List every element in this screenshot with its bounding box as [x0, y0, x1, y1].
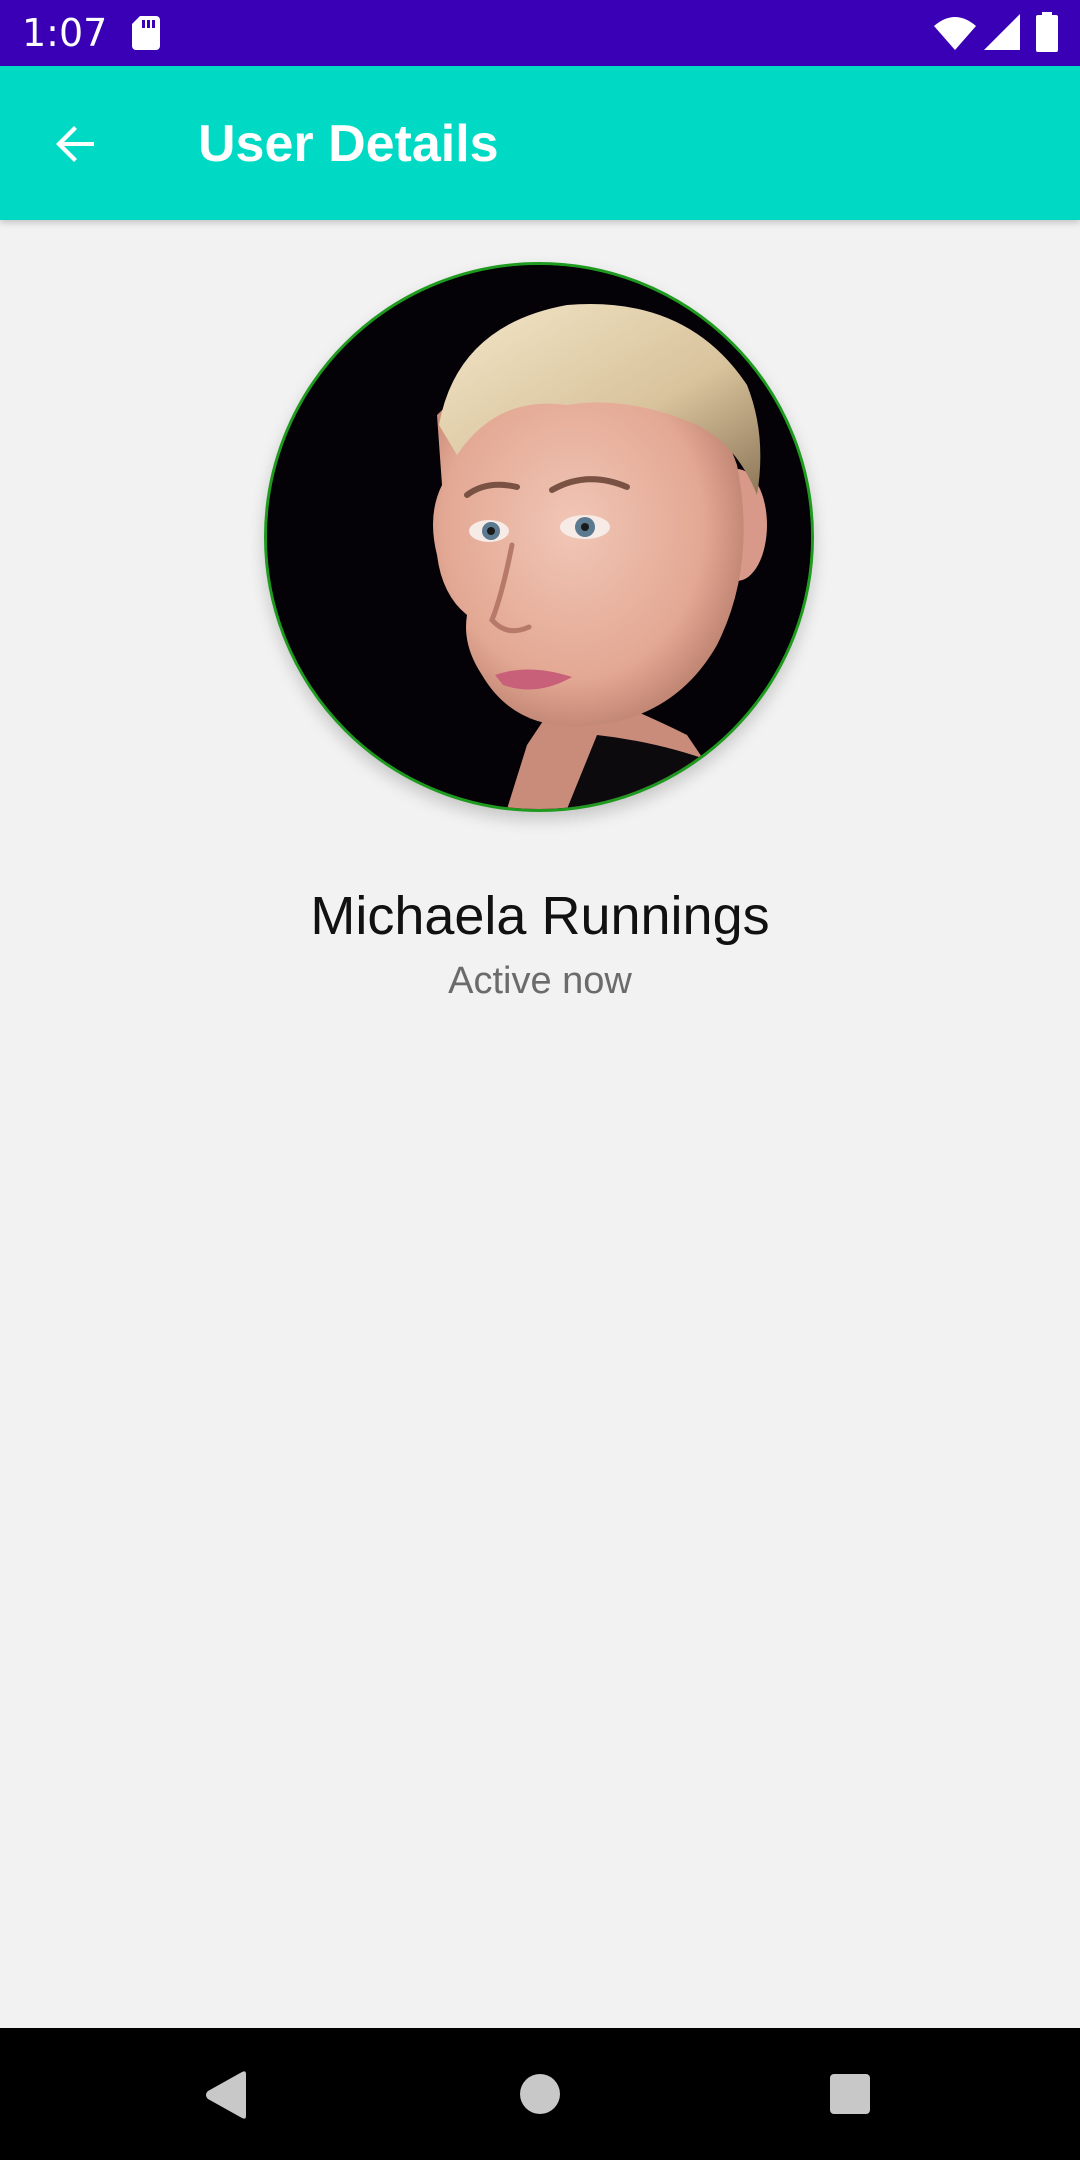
wifi-icon	[934, 16, 976, 50]
nav-back-icon	[202, 2071, 250, 2124]
system-nav-bar	[0, 2028, 1080, 2160]
back-button[interactable]	[44, 112, 108, 176]
sd-card-icon	[132, 16, 160, 50]
cell-signal-icon	[984, 14, 1020, 50]
nav-recents-button[interactable]	[828, 2072, 872, 2116]
nav-recents-icon	[828, 2074, 872, 2120]
nav-back-button[interactable]	[202, 2070, 250, 2120]
arrow-back-icon	[44, 112, 108, 176]
user-status: Active now	[448, 960, 632, 1002]
avatar	[264, 262, 814, 812]
app-toolbar: User Details	[0, 66, 1080, 220]
battery-icon	[1036, 12, 1058, 52]
status-bar: 1:07	[0, 0, 1080, 66]
nav-home-icon	[518, 2074, 562, 2120]
page-title: User Details	[198, 115, 499, 173]
nav-home-button[interactable]	[518, 2072, 562, 2116]
status-time: 1:07	[22, 11, 108, 55]
user-name: Michaela Runnings	[310, 886, 770, 946]
